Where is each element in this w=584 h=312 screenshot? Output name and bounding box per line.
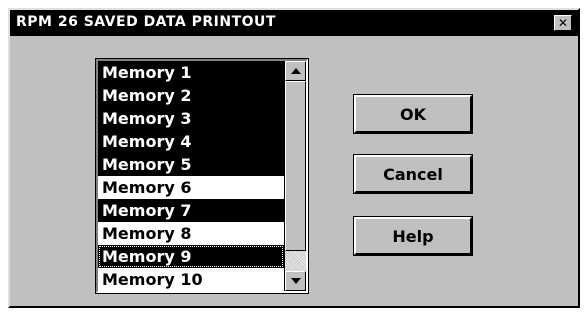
- title-bar[interactable]: RPM 26 SAVED DATA PRINTOUT ✕: [10, 10, 578, 36]
- list-item[interactable]: Memory 2: [98, 84, 284, 107]
- cancel-button[interactable]: Cancel: [353, 154, 473, 194]
- scroll-up-button[interactable]: [285, 61, 306, 81]
- dialog-window: RPM 26 SAVED DATA PRINTOUT ✕ Memory 1 Mem…: [8, 8, 580, 308]
- memory-list: Memory 1 Memory 2 Memory 3 Memory 4 Memory 5…: [98, 61, 284, 291]
- list-item[interactable]: Memory 10: [98, 268, 284, 291]
- scroll-down-button[interactable]: [285, 271, 306, 291]
- up-arrow-icon: [291, 68, 301, 74]
- ok-button[interactable]: OK: [353, 94, 473, 134]
- down-arrow-icon: [291, 278, 301, 284]
- close-icon[interactable]: ✕: [554, 15, 572, 31]
- list-item[interactable]: Memory 6: [98, 176, 284, 199]
- scroll-thumb[interactable]: [285, 81, 306, 251]
- list-item[interactable]: Memory 3: [98, 107, 284, 130]
- list-item[interactable]: Memory 5: [98, 153, 284, 176]
- help-button[interactable]: Help: [353, 216, 473, 256]
- vertical-scrollbar[interactable]: [284, 61, 306, 291]
- memory-listbox[interactable]: Memory 1 Memory 2 Memory 3 Memory 4 Memory 5…: [95, 58, 309, 294]
- list-item[interactable]: Memory 9: [98, 245, 284, 268]
- list-item[interactable]: Memory 7: [98, 199, 284, 222]
- list-item[interactable]: Memory 8: [98, 222, 284, 245]
- list-item[interactable]: Memory 1: [98, 61, 284, 84]
- window-title: RPM 26 SAVED DATA PRINTOUT: [16, 14, 276, 30]
- list-item[interactable]: Memory 4: [98, 130, 284, 153]
